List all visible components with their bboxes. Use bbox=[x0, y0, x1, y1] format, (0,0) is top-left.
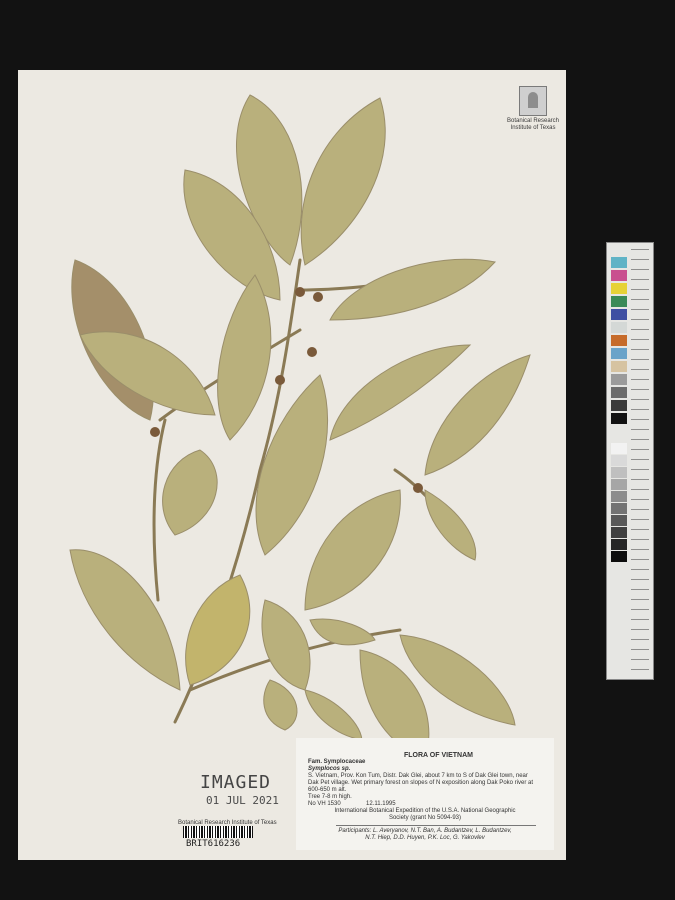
label-participants-2: N.T. Hiep, D.D. Huyen, P.K. Loc, G. Yako… bbox=[365, 835, 485, 841]
color-swatch bbox=[611, 283, 627, 294]
color-swatch bbox=[611, 374, 627, 385]
barcode-icon bbox=[183, 826, 253, 838]
color-swatch bbox=[611, 257, 627, 268]
grey-swatch bbox=[611, 527, 627, 538]
grey-swatch bbox=[611, 551, 627, 562]
imaged-stamp: IMAGED bbox=[200, 772, 272, 793]
label-divider bbox=[336, 825, 536, 826]
color-swatch bbox=[611, 296, 627, 307]
logo-line-2: Institute of Texas bbox=[510, 125, 556, 131]
specimen-label: FLORA OF VIETNAM Fam. Symplocaceae Sympl… bbox=[296, 738, 554, 850]
color-calibration-chart bbox=[606, 242, 654, 680]
label-flora: FLORA OF VIETNAM bbox=[404, 752, 473, 759]
logo-line-1: Botanical Research bbox=[506, 118, 560, 124]
color-swatch bbox=[611, 335, 627, 346]
color-swatch bbox=[611, 387, 627, 398]
grey-swatch bbox=[611, 539, 627, 550]
barcode-id: BRIT616236 bbox=[186, 839, 241, 849]
grey-swatch bbox=[611, 467, 627, 478]
herbarium-logo: Botanical Research Institute of Texas bbox=[503, 86, 563, 132]
color-swatch bbox=[611, 322, 627, 333]
imaged-date: 01 JUL 2021 bbox=[206, 794, 279, 807]
grey-swatch bbox=[611, 479, 627, 490]
color-swatch bbox=[611, 270, 627, 281]
grey-swatch bbox=[611, 443, 627, 454]
brit-logo-icon bbox=[519, 86, 547, 116]
color-swatch bbox=[611, 348, 627, 359]
grey-swatch bbox=[611, 491, 627, 502]
grey-swatch bbox=[611, 503, 627, 514]
color-swatch bbox=[611, 361, 627, 372]
color-swatch bbox=[611, 400, 627, 411]
color-swatch bbox=[611, 309, 627, 320]
grey-swatch bbox=[611, 455, 627, 466]
ruler-scale bbox=[631, 249, 649, 673]
grey-swatch bbox=[611, 515, 627, 526]
label-expedition-2: Society (grant No 5094-93) bbox=[388, 815, 462, 821]
color-swatch bbox=[611, 413, 627, 424]
